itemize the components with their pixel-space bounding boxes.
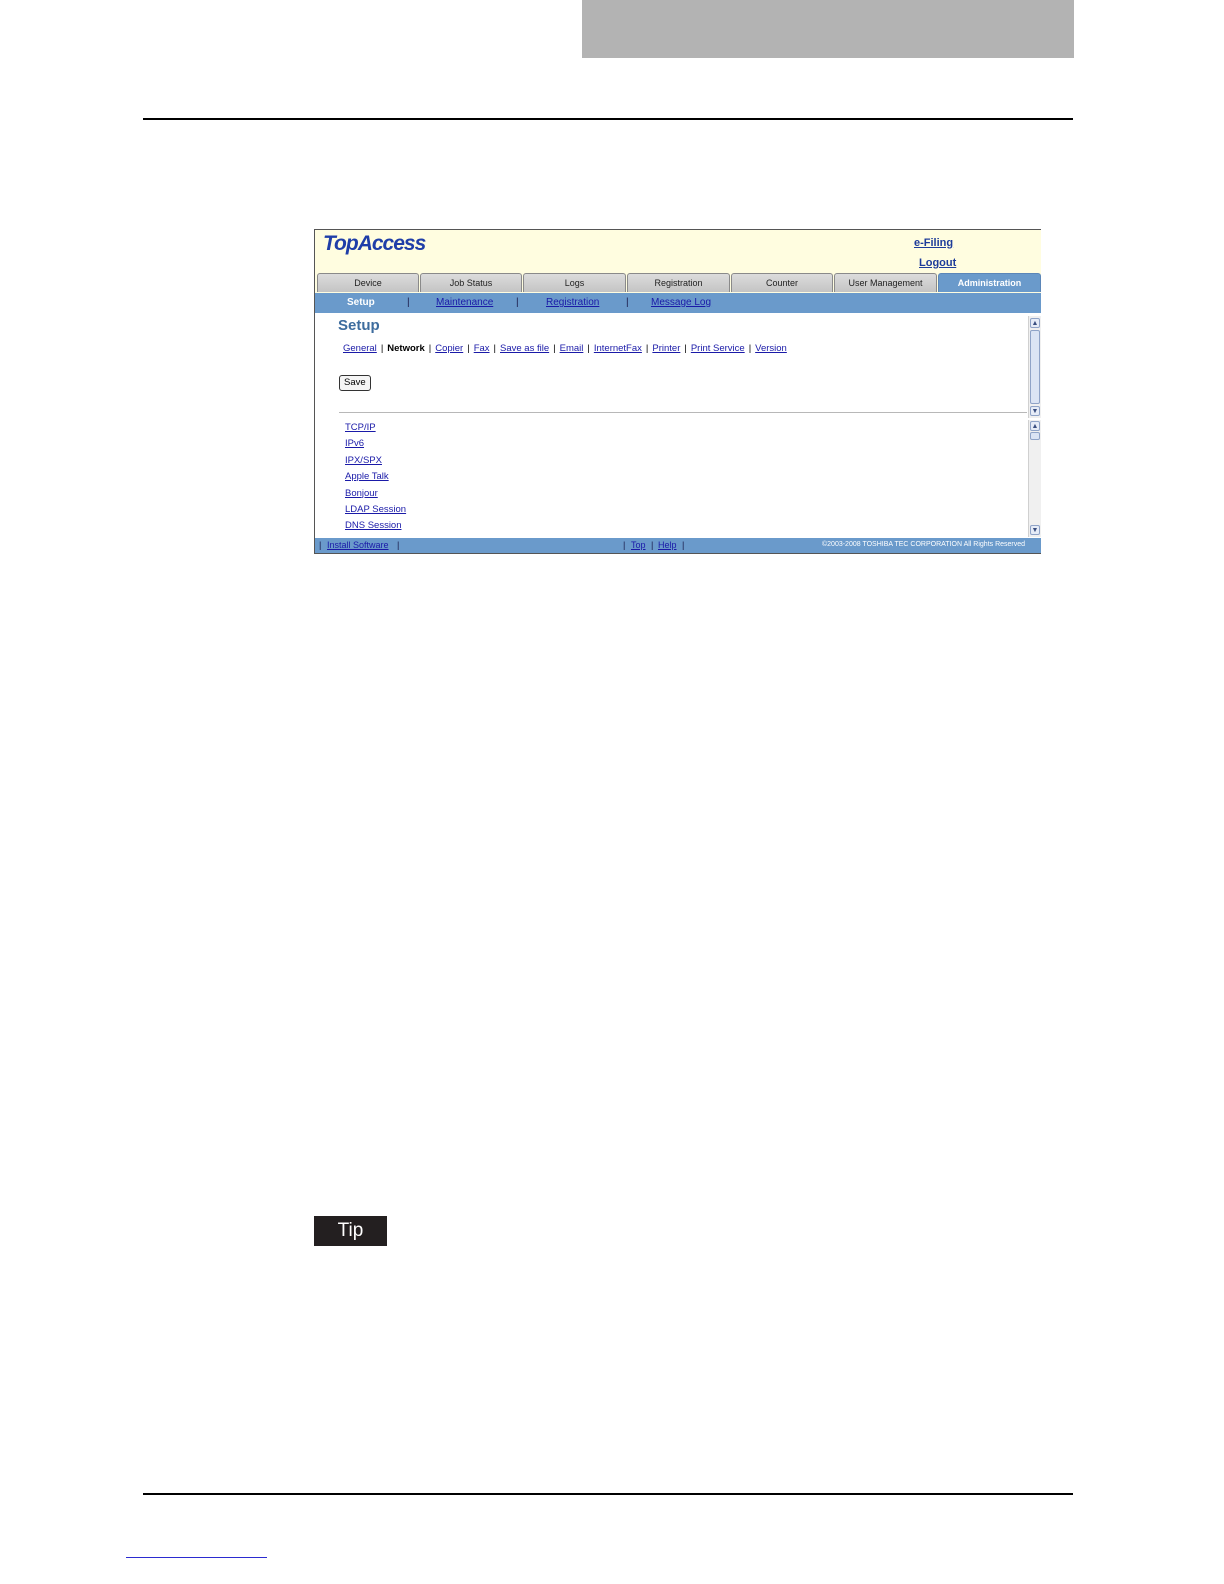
app-footer: | Install Software | | Top | Help | ©200… bbox=[315, 538, 1041, 553]
footer-separator: | bbox=[682, 540, 685, 550]
footer-separator: | bbox=[397, 540, 400, 550]
tab-device[interactable]: Device bbox=[317, 273, 419, 292]
lower-scrollbar[interactable]: ▲ ▼ bbox=[1028, 420, 1041, 537]
scroll-down-icon[interactable]: ▼ bbox=[1030, 406, 1040, 416]
footer-separator: | bbox=[319, 540, 322, 550]
scroll-thumb[interactable] bbox=[1030, 330, 1040, 404]
footer-separator: | bbox=[651, 540, 654, 550]
subnav-separator: | bbox=[516, 297, 519, 308]
content-divider bbox=[339, 412, 1027, 413]
tab-counter[interactable]: Counter bbox=[731, 273, 833, 292]
section-link-ipx-spx[interactable]: IPX/SPX bbox=[345, 455, 406, 471]
setup-link-email[interactable]: Email bbox=[560, 343, 584, 354]
setup-category-nav: General | Network | Copier | Fax | Save as file |… bbox=[343, 343, 787, 354]
setup-link-fax[interactable]: Fax bbox=[474, 343, 490, 354]
subnav-separator: | bbox=[626, 297, 629, 308]
main-tabs: Device Job Status Logs Registration Coun… bbox=[315, 273, 1041, 293]
tab-administration[interactable]: Administration bbox=[938, 273, 1041, 292]
header-rule bbox=[143, 118, 1073, 120]
tab-user-management[interactable]: User Management bbox=[834, 273, 937, 292]
section-link-tcpip[interactable]: TCP/IP bbox=[345, 422, 406, 438]
topaccess-window: TopAccess e-Filing Logout Device Job Sta… bbox=[314, 229, 1041, 554]
tab-logs[interactable]: Logs bbox=[523, 273, 626, 292]
scroll-down-icon[interactable]: ▼ bbox=[1030, 525, 1040, 535]
section-link-dns-session[interactable]: DNS Session bbox=[345, 520, 406, 536]
scroll-up-icon[interactable]: ▲ bbox=[1030, 421, 1040, 431]
subnav-setup[interactable]: Setup bbox=[347, 297, 375, 308]
install-software-link[interactable]: Install Software bbox=[327, 540, 389, 550]
subnav-maintenance[interactable]: Maintenance bbox=[436, 297, 493, 308]
section-link-apple-talk[interactable]: Apple Talk bbox=[345, 471, 406, 487]
section-link-ldap-session[interactable]: LDAP Session bbox=[345, 504, 406, 520]
efiling-link[interactable]: e-Filing bbox=[914, 237, 953, 249]
app-header: TopAccess e-Filing Logout bbox=[315, 230, 1041, 273]
sub-navigation: Setup | Maintenance | Registration | Mes… bbox=[315, 293, 1041, 313]
tab-registration[interactable]: Registration bbox=[627, 273, 730, 292]
setup-link-print-service[interactable]: Print Service bbox=[691, 343, 745, 354]
setup-link-printer[interactable]: Printer bbox=[652, 343, 680, 354]
footer-rule bbox=[143, 1493, 1073, 1495]
logout-link[interactable]: Logout bbox=[919, 257, 956, 269]
topaccess-logo: TopAccess bbox=[323, 232, 426, 255]
setup-content: Setup General | Network | Copier | Fax | Save as… bbox=[315, 313, 1027, 538]
tab-job-status[interactable]: Job Status bbox=[420, 273, 522, 292]
section-link-ipv6[interactable]: IPv6 bbox=[345, 438, 406, 454]
tip-label: Tip bbox=[314, 1216, 387, 1246]
network-section-list: TCP/IP IPv6 IPX/SPX Apple Talk Bonjour L… bbox=[345, 422, 406, 537]
scroll-thumb[interactable] bbox=[1030, 432, 1040, 440]
subnav-registration[interactable]: Registration bbox=[546, 297, 599, 308]
page-header-band bbox=[582, 0, 1074, 58]
setup-link-network[interactable]: Network bbox=[387, 343, 424, 354]
section-link-bonjour[interactable]: Bonjour bbox=[345, 488, 406, 504]
footer-separator: | bbox=[623, 540, 626, 550]
upper-scrollbar[interactable]: ▲ ▼ bbox=[1028, 316, 1041, 418]
copyright-text: ©2003-2008 TOSHIBA TEC CORPORATION All R… bbox=[822, 541, 1026, 548]
setup-link-save-as-file[interactable]: Save as file bbox=[500, 343, 549, 354]
footer-link-underline bbox=[126, 1557, 267, 1558]
setup-link-general[interactable]: General bbox=[343, 343, 377, 354]
page-title: Setup bbox=[338, 317, 380, 334]
scroll-up-icon[interactable]: ▲ bbox=[1030, 318, 1040, 328]
setup-link-internetfax[interactable]: InternetFax bbox=[594, 343, 642, 354]
save-button[interactable]: Save bbox=[339, 375, 371, 391]
help-link[interactable]: Help bbox=[658, 540, 677, 550]
subnav-message-log[interactable]: Message Log bbox=[651, 297, 711, 308]
top-link[interactable]: Top bbox=[631, 540, 646, 550]
subnav-separator: | bbox=[407, 297, 410, 308]
setup-link-version[interactable]: Version bbox=[755, 343, 787, 354]
setup-link-copier[interactable]: Copier bbox=[435, 343, 463, 354]
